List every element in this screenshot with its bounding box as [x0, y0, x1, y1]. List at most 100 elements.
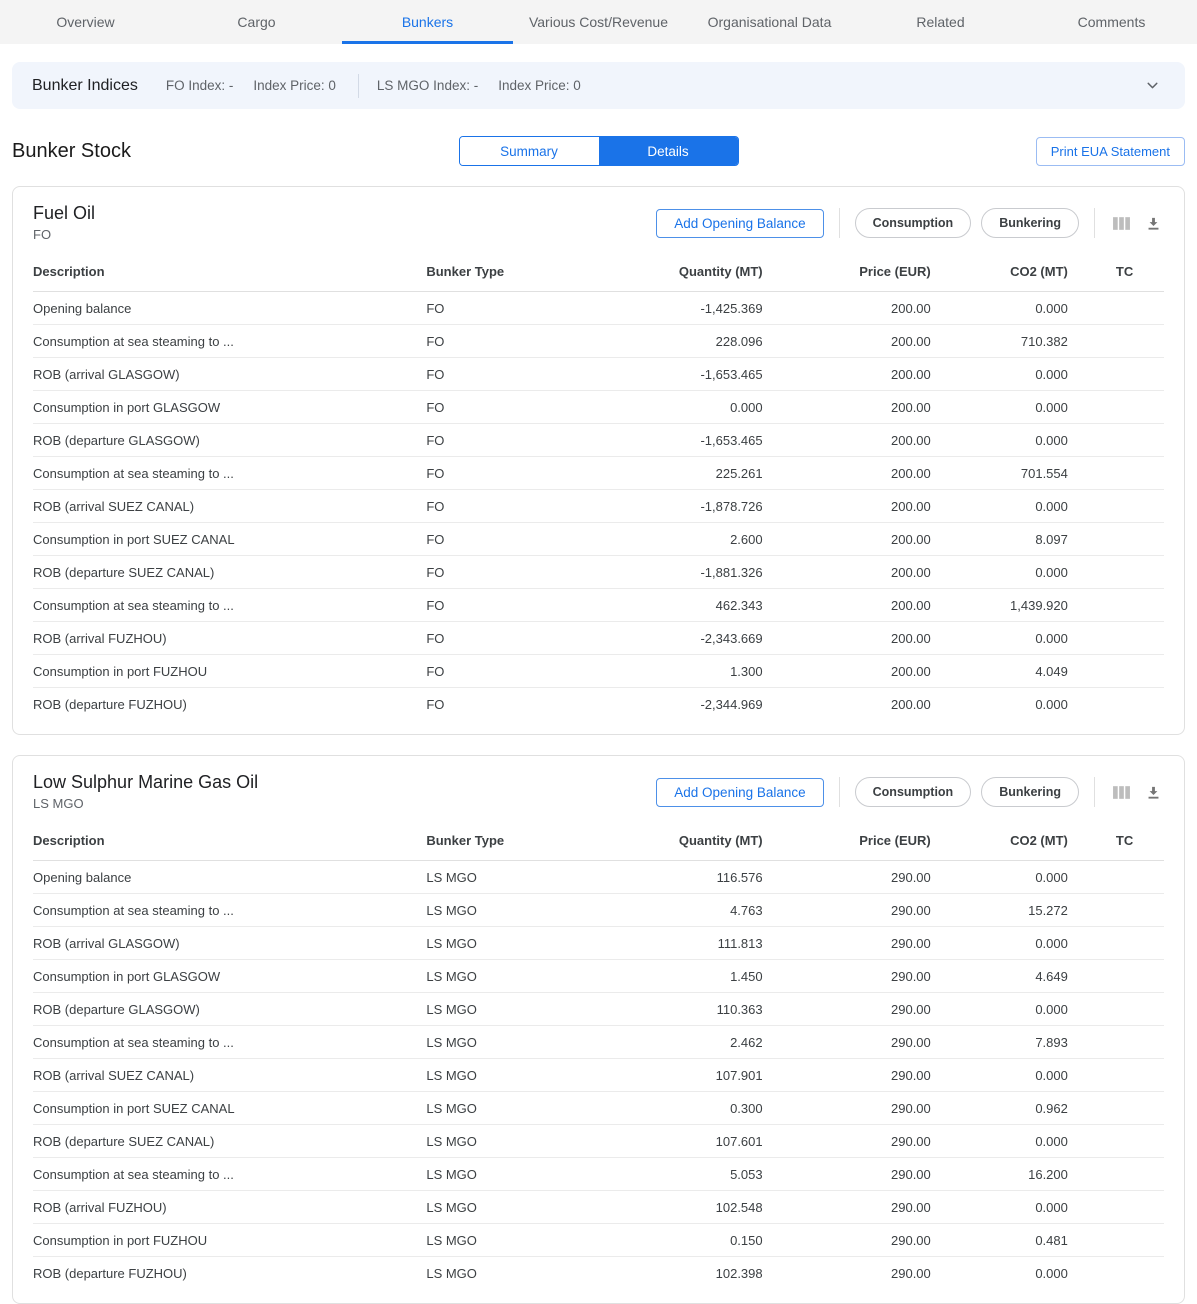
- download-icon[interactable]: [1143, 213, 1164, 234]
- tab-bunkers[interactable]: Bunkers: [342, 0, 513, 44]
- cell-tc: [1068, 523, 1164, 556]
- cell-co2: 0.962: [931, 1092, 1068, 1125]
- table-row[interactable]: Opening balanceFO-1,425.369200.000.000: [33, 292, 1164, 325]
- cell-bunker-type: LS MGO: [426, 861, 606, 894]
- table-row[interactable]: Consumption in port FUZHOUFO1.300200.004…: [33, 655, 1164, 688]
- cell-tc: [1068, 1224, 1164, 1257]
- table-row[interactable]: Consumption at sea steaming to ...FO225.…: [33, 457, 1164, 490]
- cell-price: 290.00: [763, 1191, 931, 1224]
- table-row[interactable]: ROB (arrival GLASGOW)FO-1,653.465200.000…: [33, 358, 1164, 391]
- cell-tc: [1068, 556, 1164, 589]
- tab-cargo[interactable]: Cargo: [171, 0, 342, 44]
- table-row[interactable]: Consumption at sea steaming to ...FO228.…: [33, 325, 1164, 358]
- cell-bunker-type: LS MGO: [426, 1092, 606, 1125]
- table-row[interactable]: ROB (departure GLASGOW)LS MGO110.363290.…: [33, 993, 1164, 1026]
- table-row[interactable]: Consumption in port GLASGOWFO0.000200.00…: [33, 391, 1164, 424]
- cell-co2: 0.000: [931, 688, 1068, 721]
- card-title: Fuel Oil: [33, 203, 656, 224]
- consumption-button[interactable]: Consumption: [855, 777, 972, 807]
- table-row[interactable]: ROB (arrival GLASGOW)LS MGO111.813290.00…: [33, 927, 1164, 960]
- column-header-co2: CO2 (MT): [931, 254, 1068, 292]
- cell-bunker-type: FO: [426, 325, 606, 358]
- table-row[interactable]: Consumption at sea steaming to ...LS MGO…: [33, 1158, 1164, 1191]
- table-row[interactable]: ROB (arrival FUZHOU)FO-2,343.669200.000.…: [33, 622, 1164, 655]
- cell-description: Consumption in port FUZHOU: [33, 1224, 426, 1257]
- tab-various-cost-revenue[interactable]: Various Cost/Revenue: [513, 0, 684, 44]
- cell-co2: 0.000: [931, 424, 1068, 457]
- cell-bunker-type: FO: [426, 358, 606, 391]
- cell-bunker-type: LS MGO: [426, 1257, 606, 1290]
- cell-price: 200.00: [763, 655, 931, 688]
- actions-divider: [839, 777, 840, 807]
- cell-quantity: 0.000: [607, 391, 763, 424]
- cell-description: Consumption at sea steaming to ...: [33, 1158, 426, 1191]
- columns-icon[interactable]: [1110, 212, 1133, 235]
- cell-quantity: 0.300: [607, 1092, 763, 1125]
- cell-description: ROB (departure GLASGOW): [33, 424, 426, 457]
- bunkering-button[interactable]: Bunkering: [981, 777, 1079, 807]
- columns-icon[interactable]: [1110, 781, 1133, 804]
- cell-price: 200.00: [763, 688, 931, 721]
- table-row[interactable]: Opening balanceLS MGO116.576290.000.000: [33, 861, 1164, 894]
- table-row[interactable]: Consumption in port SUEZ CANALLS MGO0.30…: [33, 1092, 1164, 1125]
- cell-quantity: 2.462: [607, 1026, 763, 1059]
- tab-comments[interactable]: Comments: [1026, 0, 1197, 44]
- tab-related[interactable]: Related: [855, 0, 1026, 44]
- cell-tc: [1068, 993, 1164, 1026]
- cell-description: Consumption at sea steaming to ...: [33, 894, 426, 927]
- cell-price: 290.00: [763, 1125, 931, 1158]
- summary-tab[interactable]: Summary: [460, 137, 599, 165]
- ls-mgo-card: Low Sulphur Marine Gas Oil LS MGO Add Op…: [12, 755, 1185, 1304]
- cell-bunker-type: LS MGO: [426, 993, 606, 1026]
- cell-description: Consumption at sea steaming to ...: [33, 457, 426, 490]
- add-opening-balance-button[interactable]: Add Opening Balance: [656, 778, 823, 807]
- table-row[interactable]: ROB (departure SUEZ CANAL)FO-1,881.32620…: [33, 556, 1164, 589]
- table-header-row: Description Bunker Type Quantity (MT) Pr…: [33, 254, 1164, 292]
- cell-co2: 0.000: [931, 927, 1068, 960]
- table-row[interactable]: Consumption in port GLASGOWLS MGO1.45029…: [33, 960, 1164, 993]
- ls-mgo-index-price: Index Price: 0: [498, 78, 581, 93]
- cell-quantity: -2,344.969: [607, 688, 763, 721]
- cell-price: 290.00: [763, 1026, 931, 1059]
- cell-price: 200.00: [763, 556, 931, 589]
- cell-co2: 0.000: [931, 622, 1068, 655]
- table-row[interactable]: Consumption at sea steaming to ...LS MGO…: [33, 894, 1164, 927]
- cell-tc: [1068, 325, 1164, 358]
- cell-price: 290.00: [763, 960, 931, 993]
- cell-bunker-type: LS MGO: [426, 1224, 606, 1257]
- table-row[interactable]: ROB (arrival SUEZ CANAL)FO-1,878.726200.…: [33, 490, 1164, 523]
- table-row[interactable]: Consumption in port FUZHOULS MGO0.150290…: [33, 1224, 1164, 1257]
- tab-organisational-data[interactable]: Organisational Data: [684, 0, 855, 44]
- tab-overview[interactable]: Overview: [0, 0, 171, 44]
- cell-bunker-type: FO: [426, 556, 606, 589]
- table-row[interactable]: Consumption in port SUEZ CANALFO2.600200…: [33, 523, 1164, 556]
- cell-tc: [1068, 457, 1164, 490]
- table-row[interactable]: Consumption at sea steaming to ...LS MGO…: [33, 1026, 1164, 1059]
- print-eua-statement-button[interactable]: Print EUA Statement: [1036, 137, 1185, 166]
- cell-co2: 15.272: [931, 894, 1068, 927]
- cell-description: Opening balance: [33, 292, 426, 325]
- table-row[interactable]: Consumption at sea steaming to ...FO462.…: [33, 589, 1164, 622]
- cell-quantity: 1.300: [607, 655, 763, 688]
- cell-tc: [1068, 960, 1164, 993]
- download-icon[interactable]: [1143, 782, 1164, 803]
- table-row[interactable]: ROB (departure FUZHOU)FO-2,344.969200.00…: [33, 688, 1164, 721]
- cell-co2: 0.481: [931, 1224, 1068, 1257]
- table-row[interactable]: ROB (arrival SUEZ CANAL)LS MGO107.901290…: [33, 1059, 1164, 1092]
- cell-quantity: 111.813: [607, 927, 763, 960]
- table-row[interactable]: ROB (arrival FUZHOU)LS MGO102.548290.000…: [33, 1191, 1164, 1224]
- cell-tc: [1068, 894, 1164, 927]
- table-row[interactable]: ROB (departure GLASGOW)FO-1,653.465200.0…: [33, 424, 1164, 457]
- bunkering-button[interactable]: Bunkering: [981, 208, 1079, 238]
- cell-co2: 0.000: [931, 1059, 1068, 1092]
- cell-description: Opening balance: [33, 861, 426, 894]
- chevron-down-icon[interactable]: [1142, 75, 1163, 96]
- consumption-button[interactable]: Consumption: [855, 208, 972, 238]
- table-row[interactable]: ROB (departure SUEZ CANAL)LS MGO107.6012…: [33, 1125, 1164, 1158]
- cell-quantity: 228.096: [607, 325, 763, 358]
- cell-tc: [1068, 391, 1164, 424]
- add-opening-balance-button[interactable]: Add Opening Balance: [656, 209, 823, 238]
- details-tab[interactable]: Details: [599, 137, 738, 165]
- table-row[interactable]: ROB (departure FUZHOU)LS MGO102.398290.0…: [33, 1257, 1164, 1290]
- cell-co2: 7.893: [931, 1026, 1068, 1059]
